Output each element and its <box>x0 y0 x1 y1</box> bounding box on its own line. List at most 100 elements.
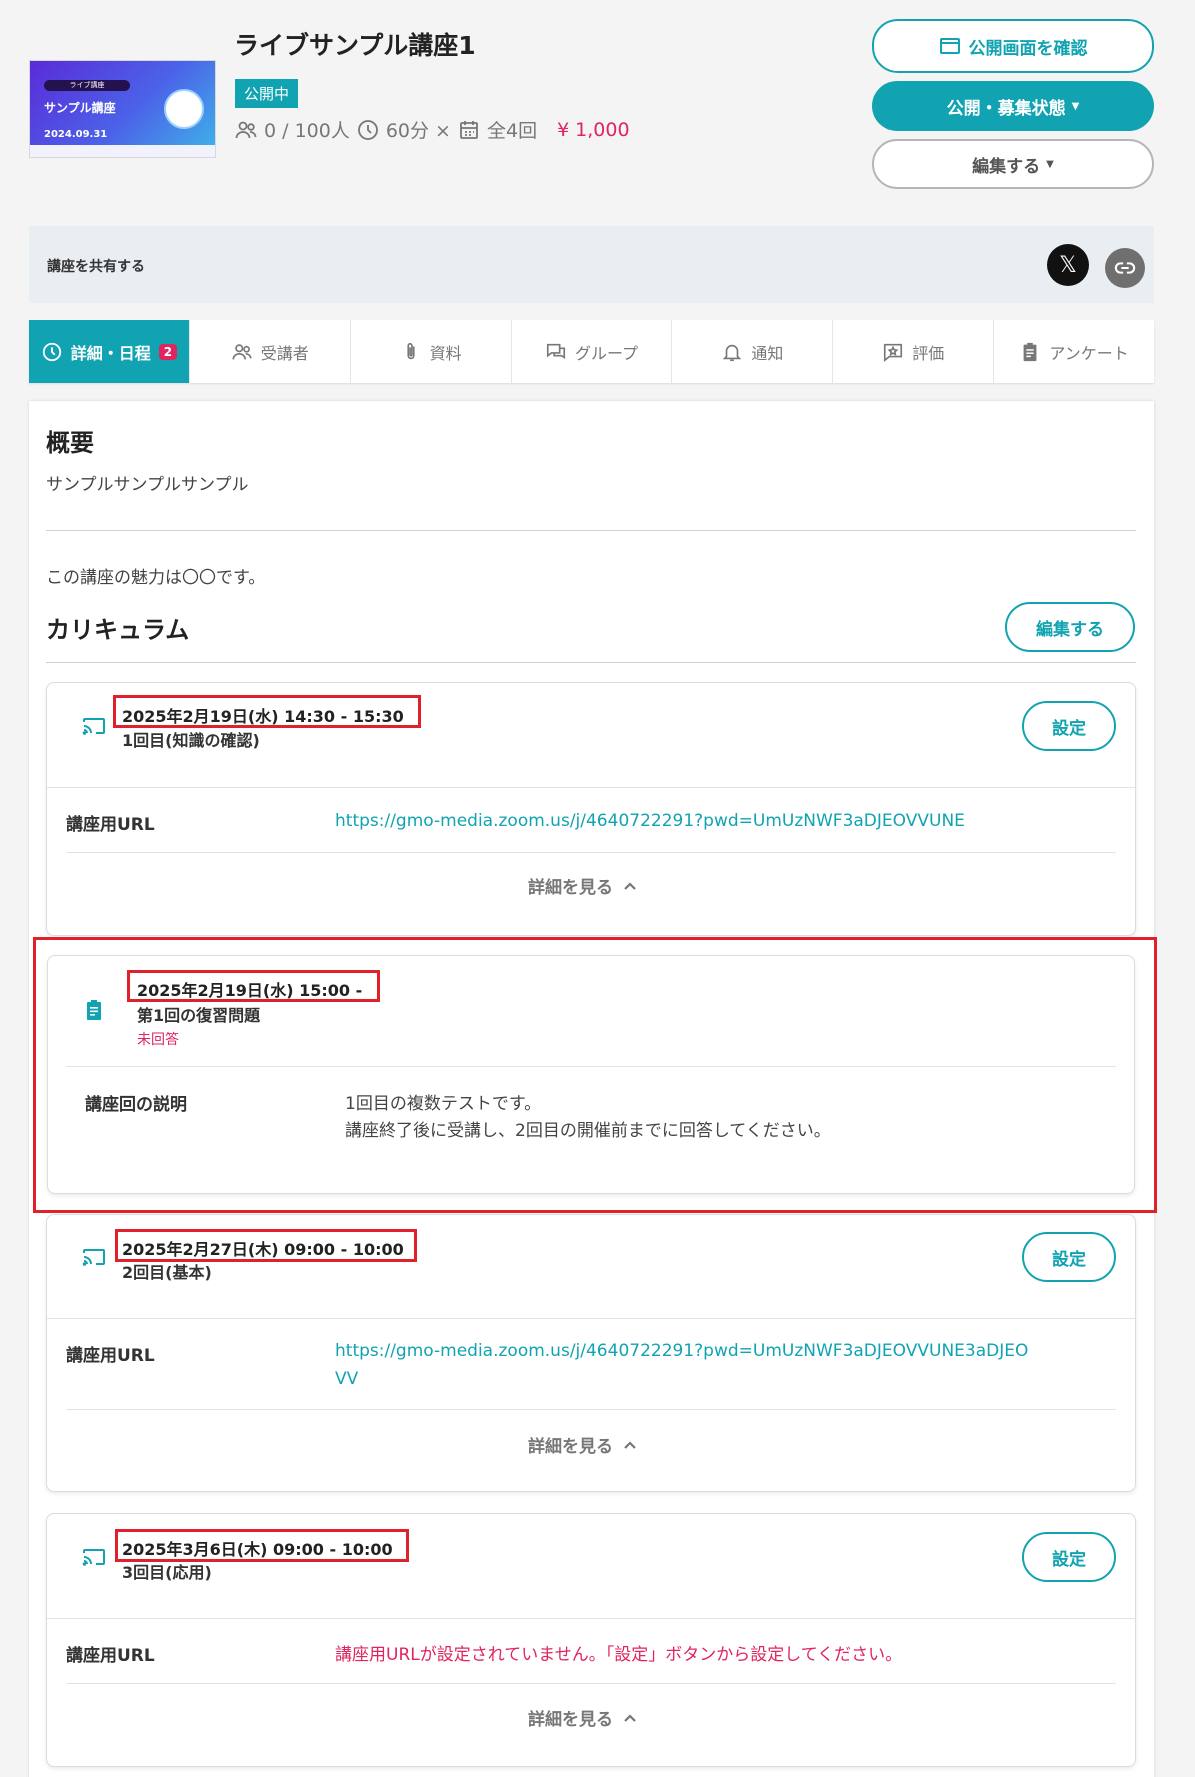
clock-icon <box>42 342 61 361</box>
description-label: 講座回の説明 <box>85 1095 187 1115</box>
session-count: 全4回 <box>486 120 538 142</box>
cast-icon <box>82 1249 105 1266</box>
tab-students[interactable]: 受講者 <box>190 320 351 383</box>
caret-down-icon: ▼ <box>1046 158 1054 170</box>
answer-status: 未回答 <box>137 1032 179 1048</box>
show-details-toggle[interactable]: 詳細を見る <box>528 1705 637 1730</box>
session-divider <box>66 1683 1116 1684</box>
session-divider <box>47 1618 1135 1619</box>
tab-label: 詳細・日程 <box>70 343 151 363</box>
people-icon <box>235 121 257 138</box>
clipboard-icon <box>87 1000 101 1020</box>
session-divider <box>66 1409 1116 1410</box>
url-label: 講座用URL <box>66 1646 155 1666</box>
meeting-url-link[interactable]: https://gmo-media.zoom.us/j/4640722291?p… <box>335 1338 1028 1364</box>
yen-icon: ¥ <box>557 118 570 141</box>
session-settings-button[interactable]: 設定 <box>1022 1532 1116 1582</box>
course-appeal-text: この講座の魅力は〇〇です。 <box>46 568 266 588</box>
tab-groups[interactable]: グループ <box>512 320 673 383</box>
star-comment-icon <box>884 343 903 362</box>
thumbnail-footer <box>30 145 215 157</box>
tab-bar: 詳細・日程 2 受講者 資料 グループ 通知 評価 アンケート <box>29 320 1154 383</box>
thumbnail-heading: サンプル講座 <box>44 101 116 115</box>
thumbnail-tag: ライブ講座 <box>44 80 130 91</box>
thumbnail-date: 2024.09.31 <box>44 129 108 140</box>
show-details-label: 詳細を見る <box>528 1437 613 1457</box>
cast-icon <box>82 718 105 735</box>
chat-icon <box>546 343 566 359</box>
url-label: 講座用URL <box>66 815 155 835</box>
preview-button-label: 公開画面を確認 <box>968 38 1088 59</box>
people-icon <box>232 343 252 359</box>
share-bar: 講座を共有する 𝕏 <box>29 226 1154 303</box>
show-details-toggle[interactable]: 詳細を見る <box>528 873 637 898</box>
url-missing-message: 講座用URLが設定されていません。「設定」ボタンから設定してください。 <box>335 1645 903 1665</box>
session-settings-button[interactable]: 設定 <box>1022 1232 1116 1282</box>
overview-divider <box>46 530 1136 531</box>
session-divider <box>47 787 1135 788</box>
bell-icon <box>723 344 742 361</box>
tab-materials[interactable]: 資料 <box>351 320 512 383</box>
chevron-up-icon <box>624 1440 636 1449</box>
session-settings-button[interactable]: 設定 <box>1022 701 1116 751</box>
edit-dropdown-label: 編集する <box>972 156 1041 177</box>
curriculum-edit-label: 編集する <box>1036 619 1104 640</box>
curriculum-divider <box>46 662 1136 663</box>
chevron-up-icon <box>624 1713 636 1722</box>
session-date: 2025年2月19日(水) 14:30 - 15:30 <box>122 707 404 726</box>
overview-text: サンプルサンプルサンプル <box>46 475 249 495</box>
clock-icon <box>357 119 378 140</box>
copy-link-icon[interactable] <box>1105 248 1145 288</box>
status-badge: 公開中 <box>235 79 299 108</box>
tab-reviews[interactable]: 評価 <box>833 320 995 383</box>
tab-notifications[interactable]: 通知 <box>672 320 834 383</box>
session-date: 2025年3月6日(木) 09:00 - 10:00 <box>122 1540 393 1559</box>
session-name: 2回目(基本) <box>122 1263 212 1282</box>
publish-state-label: 公開・募集状態 <box>946 98 1066 119</box>
duration-value: 60分 × <box>385 120 451 142</box>
description-line: 1回目の複数テストです。 <box>345 1094 542 1114</box>
course-price: 1,000 <box>575 118 630 141</box>
session-divider <box>66 852 1116 853</box>
participant-count: 0 / 100人 <box>264 120 350 142</box>
session-date: 2025年2月19日(水) 15:00 - <box>137 981 363 1000</box>
tab-label: 通知 <box>751 343 784 363</box>
session-divider <box>66 1066 1116 1067</box>
overview-heading: 概要 <box>46 429 94 457</box>
session-name: 3回目(応用) <box>122 1563 212 1582</box>
paperclip-icon <box>407 342 415 359</box>
meeting-url-link[interactable]: https://gmo-media.zoom.us/j/4640722291?p… <box>335 808 965 834</box>
url-label: 講座用URL <box>66 1346 155 1366</box>
tab-label: 資料 <box>429 343 462 363</box>
course-thumbnail: ライブ講座 サンプル講座 2024.09.31 <box>29 60 216 158</box>
show-details-label: 詳細を見る <box>528 878 613 898</box>
calendar-icon <box>460 120 478 139</box>
caret-down-icon: ▼ <box>1071 100 1080 112</box>
tab-details-schedule[interactable]: 詳細・日程 2 <box>29 320 190 383</box>
show-details-toggle[interactable]: 詳細を見る <box>528 1432 637 1457</box>
tab-label: グループ <box>574 343 639 363</box>
settings-label: 設定 <box>1052 1549 1086 1570</box>
cast-icon <box>82 1549 105 1566</box>
tab-label: アンケート <box>1049 343 1129 363</box>
show-details-label: 詳細を見る <box>528 1710 613 1730</box>
tab-label: 評価 <box>912 343 945 363</box>
tab-count-badge: 2 <box>158 343 178 360</box>
instructor-avatar <box>164 89 204 129</box>
session-date: 2025年2月27日(木) 09:00 - 10:00 <box>122 1240 404 1259</box>
x-share-icon[interactable]: 𝕏 <box>1047 244 1089 286</box>
meeting-url-link-continued[interactable]: VV <box>335 1366 358 1392</box>
tab-label: 受講者 <box>260 343 309 363</box>
curriculum-edit-button[interactable]: 編集する <box>1005 602 1135 652</box>
description-line: 講座終了後に受講し、2回目の開催前までに回答してください。 <box>345 1121 831 1141</box>
clipboard-icon <box>1023 342 1037 361</box>
course-meta: 0 / 100人 60分 × 全4回 ¥ 1,000 <box>234 116 630 143</box>
publish-state-dropdown[interactable]: 公開・募集状態 ▼ <box>872 81 1154 131</box>
course-title: ライブサンプル講座1 <box>234 31 476 60</box>
curriculum-heading: カリキュラム <box>46 616 190 644</box>
tab-survey[interactable]: アンケート <box>994 320 1154 383</box>
settings-label: 設定 <box>1052 1249 1086 1270</box>
preview-button[interactable]: 公開画面を確認 <box>872 19 1154 73</box>
edit-dropdown[interactable]: 編集する ▼ <box>872 139 1154 189</box>
chevron-up-icon <box>624 881 636 890</box>
